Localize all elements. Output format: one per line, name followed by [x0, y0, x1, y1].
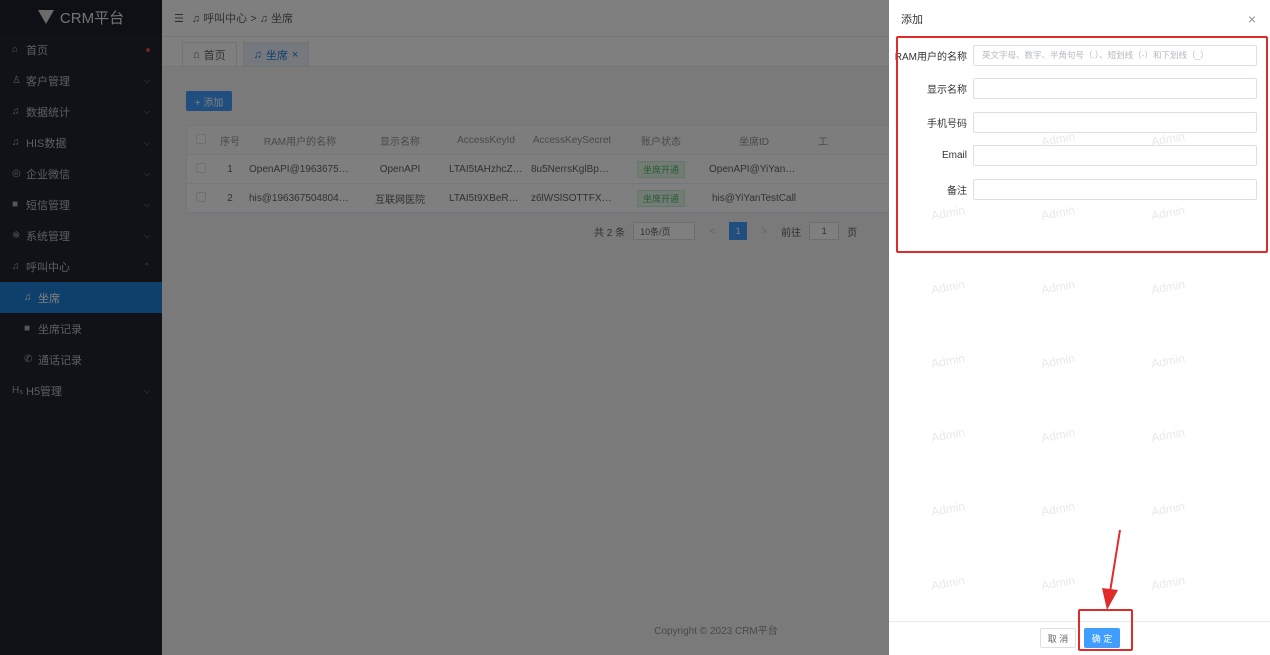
annotation-arrow-icon: [1102, 529, 1121, 610]
watermark-text: Admin: [1040, 277, 1076, 297]
watermark-text: Admin: [1150, 351, 1186, 371]
cancel-button[interactable]: 取 消: [1040, 628, 1076, 648]
watermark-text: Admin: [930, 499, 966, 519]
watermark-text: Admin: [930, 277, 966, 297]
watermark-text: Admin: [930, 425, 966, 445]
watermark-text: Admin: [1040, 351, 1076, 371]
watermark-text: Admin: [1040, 425, 1076, 445]
watermark-text: Admin: [1150, 499, 1186, 519]
watermark-text: Admin: [1150, 277, 1186, 297]
confirm-highlight-box: [1078, 609, 1133, 651]
watermark-text: Admin: [930, 573, 966, 593]
drawer-title: 添加: [901, 14, 923, 26]
watermark-text: Admin: [1040, 499, 1076, 519]
close-icon[interactable]: ×: [1248, 12, 1256, 26]
drawer-header: 添加 ×: [889, 0, 1270, 38]
form-highlight-box: [896, 36, 1268, 253]
watermark-text: Admin: [930, 351, 966, 371]
watermark-text: Admin: [1150, 573, 1186, 593]
watermark-text: Admin: [1040, 573, 1076, 593]
watermark-text: Admin: [1150, 425, 1186, 445]
